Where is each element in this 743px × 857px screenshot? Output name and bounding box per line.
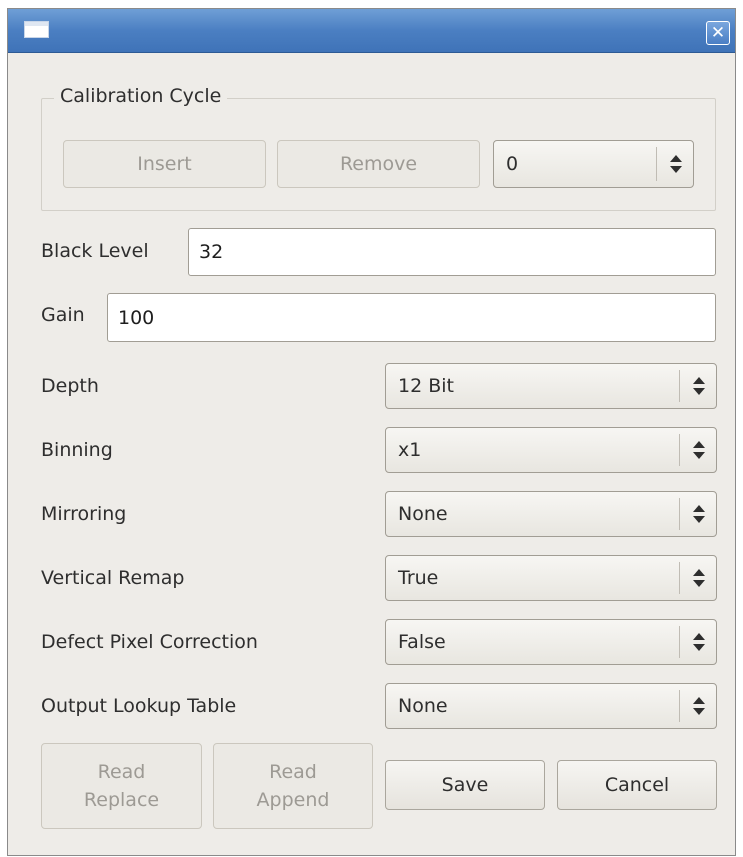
updown-arrows-icon [693,697,705,715]
calibration-cycle-select[interactable]: 0 [493,140,694,188]
setting-select-value-1: x1 [398,439,422,461]
remove-button[interactable]: Remove [277,140,480,188]
insert-button[interactable]: Insert [63,140,266,188]
setting-select-value-2: None [398,503,448,525]
cancel-button[interactable]: Cancel [557,760,717,810]
updown-arrows-icon [693,633,705,651]
setting-select-0[interactable]: 12 Bit [385,363,717,409]
save-button[interactable]: Save [385,760,545,810]
combo-separator [656,147,657,181]
combo-separator [679,690,680,722]
calibration-cycle-title: Calibration Cycle [54,85,228,107]
setting-select-value-0: 12 Bit [398,375,454,397]
dialog-window: ✕ Calibration Cycle Insert Remove 0 Blac… [7,8,736,856]
title-bar[interactable]: ✕ [8,9,735,53]
updown-arrows-icon [693,505,705,523]
read-append-button[interactable]: Read Append [213,743,373,829]
setting-select-value-5: None [398,695,448,717]
updown-arrows-icon [670,155,682,173]
setting-label-4: Defect Pixel Correction [41,631,258,653]
gain-label: Gain [41,304,85,326]
window-icon [24,21,49,38]
setting-select-5[interactable]: None [385,683,717,729]
black-level-input[interactable]: 32 [188,228,716,276]
setting-select-value-3: True [398,567,439,589]
read-append-line1: Read [269,761,317,783]
combo-separator [679,498,680,530]
read-replace-line1: Read [97,761,146,783]
read-append-line2: Append [256,789,330,811]
combo-separator [679,370,680,402]
setting-label-3: Vertical Remap [41,567,185,589]
gain-input[interactable]: 100 [107,293,716,342]
setting-select-2[interactable]: None [385,491,717,537]
setting-select-value-4: False [398,631,446,653]
read-replace-line2: Replace [83,789,160,811]
setting-label-1: Binning [41,439,113,461]
setting-select-4[interactable]: False [385,619,717,665]
combo-separator [679,626,680,658]
close-icon[interactable]: ✕ [706,21,730,45]
updown-arrows-icon [693,441,705,459]
read-replace-button[interactable]: Read Replace [41,743,202,829]
combo-separator [679,434,680,466]
calibration-cycle-value: 0 [506,153,519,175]
setting-label-2: Mirroring [41,503,127,525]
setting-label-0: Depth [41,375,99,397]
setting-label-5: Output Lookup Table [41,695,237,717]
combo-separator [679,562,680,594]
setting-select-3[interactable]: True [385,555,717,601]
black-level-label: Black Level [41,240,149,262]
setting-select-1[interactable]: x1 [385,427,717,473]
updown-arrows-icon [693,377,705,395]
updown-arrows-icon [693,569,705,587]
